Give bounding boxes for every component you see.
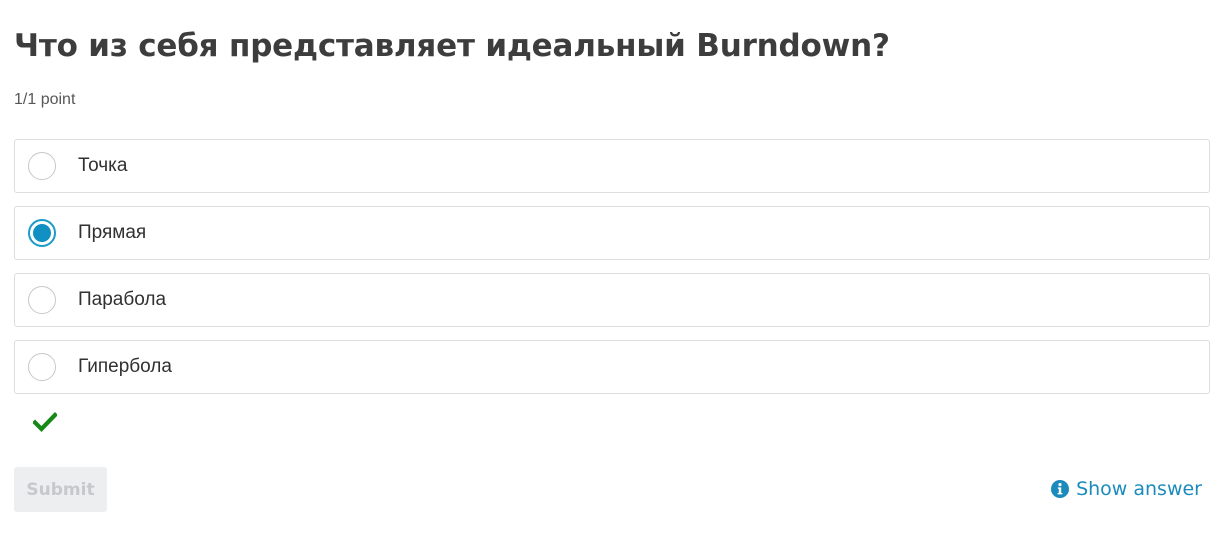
option-label: Точка xyxy=(78,155,128,176)
option-tochka[interactable]: Точка xyxy=(14,139,1210,193)
radio-button[interactable] xyxy=(28,286,56,314)
points-score: 1/1 point xyxy=(14,91,76,108)
show-answer-link[interactable]: Show answer xyxy=(1051,477,1202,501)
checkmark-icon xyxy=(33,412,57,432)
option-label: Парабола xyxy=(78,289,167,310)
radio-button[interactable] xyxy=(28,152,56,180)
radio-dot xyxy=(33,224,51,242)
radio-button-selected[interactable] xyxy=(28,219,56,247)
radio-button[interactable] xyxy=(28,353,56,381)
option-parabola[interactable]: Парабола xyxy=(14,273,1210,327)
option-pryamaya[interactable]: Прямая xyxy=(14,206,1210,260)
info-icon xyxy=(1051,480,1070,498)
option-label: Гипербола xyxy=(78,356,172,377)
answer-options: Точка Прямая Парабола Гипербола xyxy=(14,139,1210,407)
option-giperbola[interactable]: Гипербола xyxy=(14,340,1210,394)
show-answer-label: Show answer xyxy=(1076,478,1202,500)
submit-button[interactable]: Submit xyxy=(14,467,107,512)
question-title: Что из себя представляет идеальный Burnd… xyxy=(14,28,890,64)
option-label: Прямая xyxy=(78,222,147,243)
